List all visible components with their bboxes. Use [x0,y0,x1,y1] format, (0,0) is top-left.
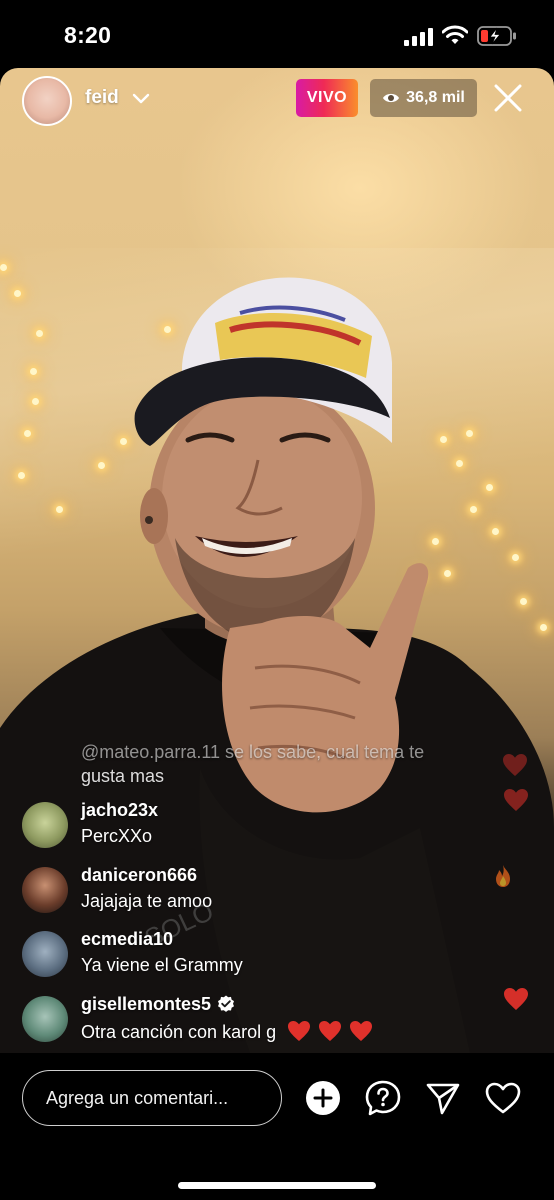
eye-icon [383,93,400,103]
battery-low-charging-icon [477,26,516,46]
comment-text-line2: gusta mas [81,766,165,786]
comment-username[interactable]: daniceron666 [81,865,197,886]
comment-input[interactable]: Agrega un comentari... [22,1070,282,1126]
verified-badge-icon [218,995,235,1012]
floating-heart-icon [504,988,528,1010]
close-icon[interactable] [490,80,526,116]
home-indicator[interactable] [178,1182,376,1189]
comment-username[interactable]: jacho23x [81,800,158,821]
comment-username[interactable]: ecmedia10 [81,929,173,950]
bottom-bar: Agrega un comentari... [0,1053,554,1200]
comment-username[interactable]: @mateo.parra.11 [81,742,220,762]
avatar[interactable] [22,931,68,977]
comment-text: PercXXo [81,826,153,846]
host-name[interactable]: feid [85,87,119,109]
comment-text: Jajajaja te amoo [81,891,213,911]
comment-text: @mateo.parra.11 se los sabe, cual tema t… [81,742,425,762]
heart-emoji-icon [319,1021,342,1041]
question-icon[interactable] [364,1079,402,1117]
heart-emoji-icon [288,1021,311,1041]
avatar[interactable] [22,867,68,913]
avatar[interactable] [22,996,68,1042]
host-avatar[interactable] [22,76,72,126]
status-bar: 8:20 [0,0,554,68]
heart-icon[interactable] [484,1079,522,1117]
live-badge: VIVO [296,79,358,117]
comment-username[interactable]: gisellemontes5 [81,994,235,1015]
floating-heart-icon [504,789,528,811]
comment-text: Otra canción con karol g [81,1020,373,1043]
viewer-count-badge[interactable]: 36,8 mil [370,79,477,117]
floating-heart-icon [503,754,527,776]
chevron-down-icon[interactable] [131,89,151,107]
heart-emoji-icon [350,1021,373,1041]
add-circle-icon[interactable] [304,1079,342,1117]
cellular-signal-icon [404,28,433,46]
viewer-count: 36,8 mil [406,89,465,106]
send-icon[interactable] [424,1079,462,1117]
wifi-icon [442,25,468,44]
comment-text: Ya viene el Grammy [81,955,243,975]
status-time: 8:20 [64,22,112,48]
avatar[interactable] [22,802,68,848]
floating-fire-icon [496,865,510,887]
